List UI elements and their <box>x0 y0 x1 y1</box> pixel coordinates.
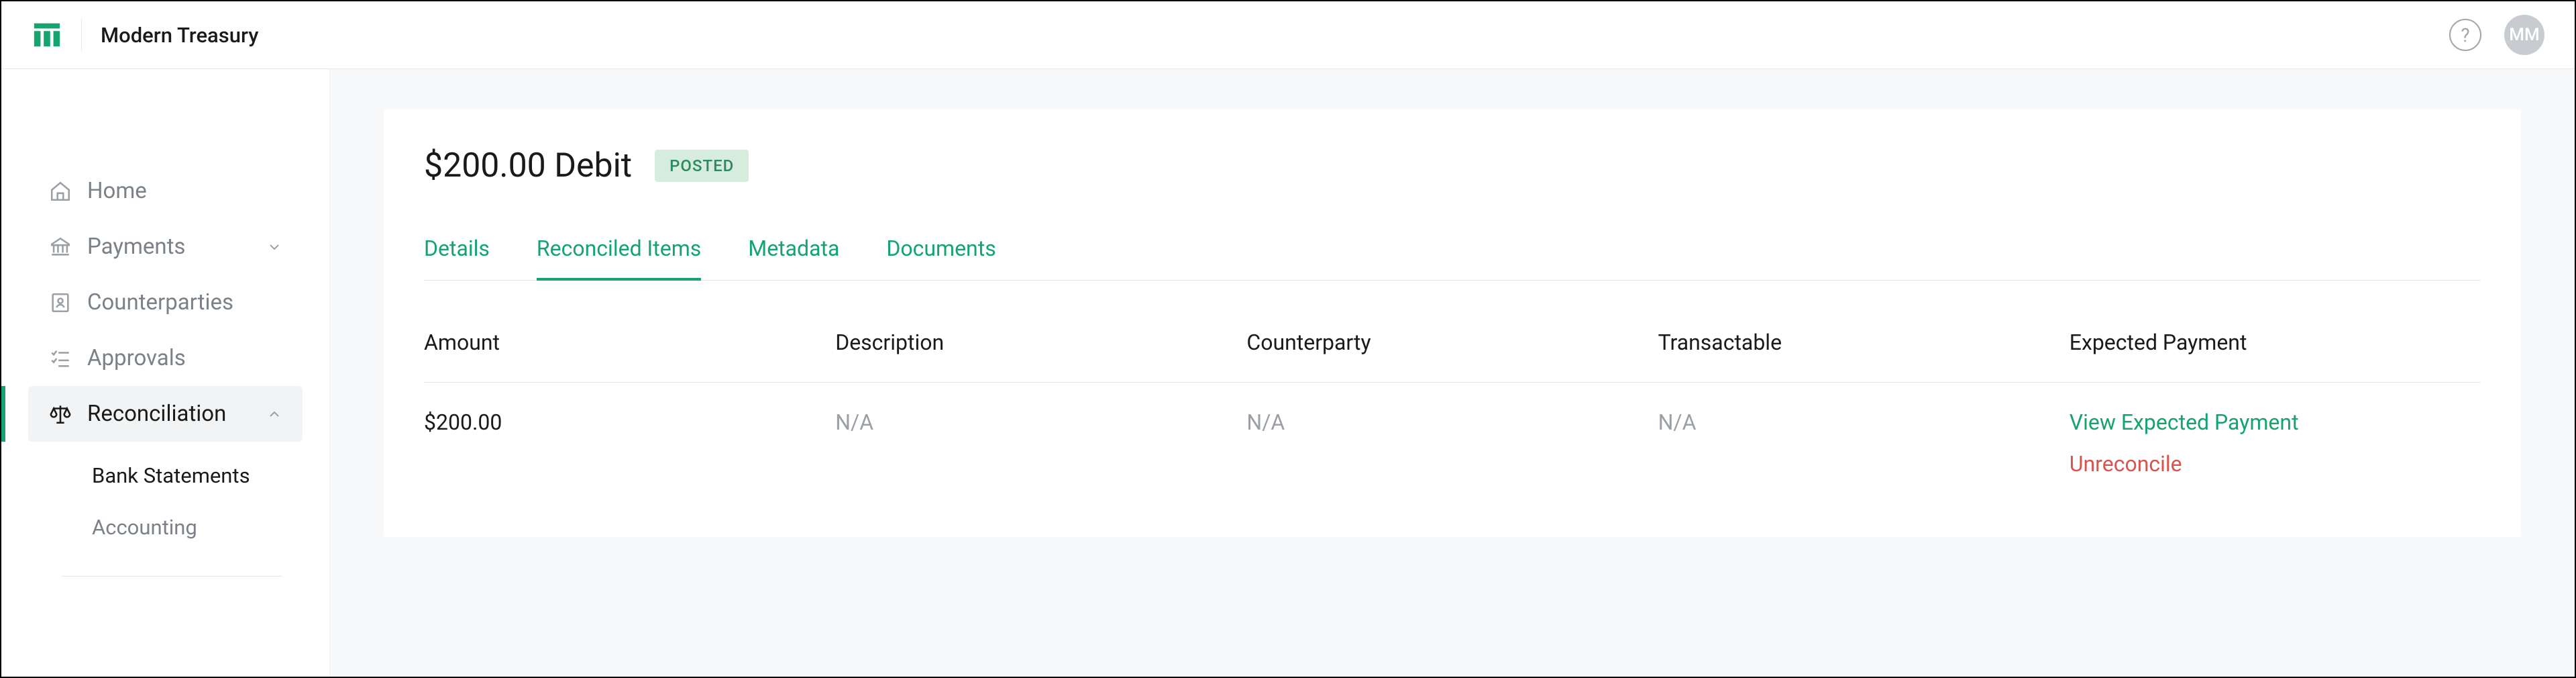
sidebar-item-label: Reconciliation <box>87 401 226 427</box>
header-right: ? MM <box>2449 15 2544 55</box>
sidebar-item-counterparties[interactable]: Counterparties <box>28 275 303 330</box>
nav-list: Home Payments Counterparties <box>1 163 329 442</box>
sidebar: Home Payments Counterparties <box>1 69 330 677</box>
cell-amount: $200.00 <box>424 383 835 477</box>
col-counterparty: Counterparty <box>1246 318 1658 383</box>
header: Modern Treasury ? MM <box>1 1 2575 69</box>
scales-icon <box>48 402 72 426</box>
tab-metadata[interactable]: Metadata <box>748 236 839 280</box>
table-header-row: Amount Description Counterparty Transact… <box>424 318 2481 383</box>
title-row: $200.00 Debit POSTED <box>424 146 2481 185</box>
cell-expected-payment: View Expected Payment Unreconcile <box>2070 383 2481 477</box>
question-mark-icon: ? <box>2461 24 2469 46</box>
header-divider <box>81 19 82 51</box>
tabs: Details Reconciled Items Metadata Docume… <box>424 236 2481 281</box>
bank-icon <box>48 235 72 259</box>
home-icon <box>48 179 72 203</box>
col-amount: Amount <box>424 318 835 383</box>
logo[interactable] <box>32 19 62 50</box>
main-content: $200.00 Debit POSTED Details Reconciled … <box>330 69 2575 677</box>
sidebar-item-approvals[interactable]: Approvals <box>28 330 303 386</box>
help-icon[interactable]: ? <box>2449 19 2481 51</box>
view-expected-payment-link[interactable]: View Expected Payment <box>2070 409 2481 435</box>
col-description: Description <box>835 318 1246 383</box>
unreconcile-link[interactable]: Unreconcile <box>2070 451 2481 477</box>
cell-description: N/A <box>835 383 1246 477</box>
reconciliation-subnav: Bank Statements Accounting <box>1 450 329 553</box>
chevron-down-icon <box>266 239 282 255</box>
tab-details[interactable]: Details <box>424 236 490 280</box>
sidebar-item-home[interactable]: Home <box>28 163 303 219</box>
page-title: $200.00 Debit <box>424 146 632 185</box>
col-expected-payment: Expected Payment <box>2070 318 2481 383</box>
avatar[interactable]: MM <box>2504 15 2544 55</box>
sidebar-item-reconciliation[interactable]: Reconciliation <box>28 386 303 442</box>
sidebar-item-label: Counterparties <box>87 289 233 316</box>
sidebar-item-label: Payments <box>87 234 185 260</box>
subnav-item-accounting[interactable]: Accounting <box>62 501 329 553</box>
sidebar-divider <box>62 576 282 577</box>
cell-counterparty: N/A <box>1246 383 1658 477</box>
tab-reconciled-items[interactable]: Reconciled Items <box>537 236 701 280</box>
logo-icon <box>32 19 62 50</box>
contact-icon <box>48 291 72 315</box>
content-card: $200.00 Debit POSTED Details Reconciled … <box>384 109 2521 537</box>
sidebar-item-payments[interactable]: Payments <box>28 219 303 275</box>
table-row: $200.00 N/A N/A N/A View Expected Paymen… <box>424 383 2481 477</box>
col-transactable: Transactable <box>1658 318 2070 383</box>
reconciled-items-table: Amount Description Counterparty Transact… <box>424 318 2481 477</box>
cell-transactable: N/A <box>1658 383 2070 477</box>
header-left: Modern Treasury <box>32 19 258 51</box>
checklist-icon <box>48 346 72 371</box>
subnav-item-bank-statements[interactable]: Bank Statements <box>62 450 329 501</box>
tab-documents[interactable]: Documents <box>886 236 996 280</box>
sidebar-item-label: Approvals <box>87 345 186 371</box>
chevron-up-icon <box>266 406 282 422</box>
status-badge: POSTED <box>655 150 749 182</box>
brand-name: Modern Treasury <box>101 23 258 48</box>
sidebar-item-label: Home <box>87 178 147 204</box>
